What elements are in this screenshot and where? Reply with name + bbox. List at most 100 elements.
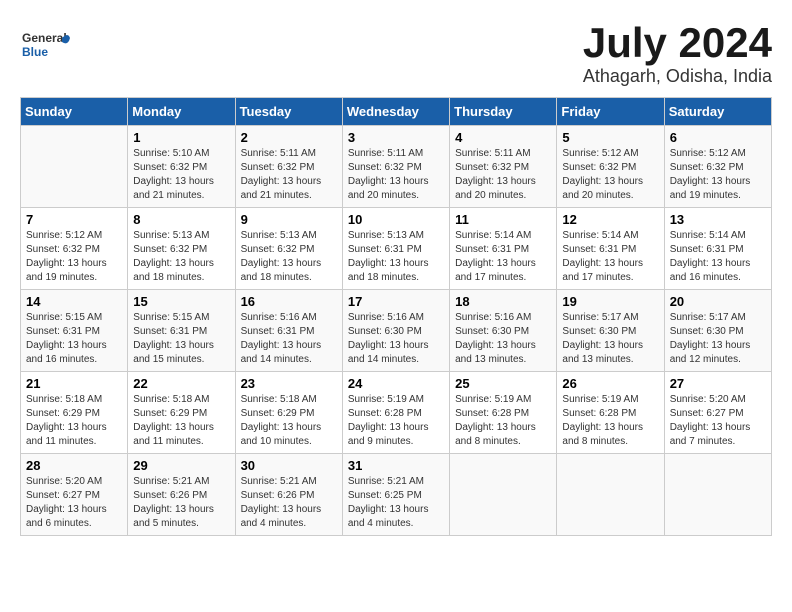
day-number: 31 — [348, 458, 444, 473]
calendar-cell: 28 Sunrise: 5:20 AM Sunset: 6:27 PM Dayli… — [21, 454, 128, 536]
day-number: 16 — [241, 294, 337, 309]
day-number: 26 — [562, 376, 658, 391]
calendar-cell — [557, 454, 664, 536]
day-info: Sunrise: 5:21 AM Sunset: 6:26 PM Dayligh… — [133, 475, 229, 531]
calendar-week-1: 1 Sunrise: 5:10 AM Sunset: 6:32 PM Daylig… — [21, 126, 772, 208]
day-header-saturday: Saturday — [664, 98, 771, 126]
calendar-cell: 11 Sunrise: 5:14 AM Sunset: 6:31 PM Dayli… — [450, 208, 557, 290]
day-info: Sunrise: 5:20 AM Sunset: 6:27 PM Dayligh… — [26, 475, 122, 531]
calendar-cell: 24 Sunrise: 5:19 AM Sunset: 6:28 PM Dayli… — [342, 372, 449, 454]
day-number: 10 — [348, 212, 444, 227]
calendar-week-3: 14 Sunrise: 5:15 AM Sunset: 6:31 PM Dayli… — [21, 290, 772, 372]
logo-svg: General Blue — [20, 20, 70, 70]
day-info: Sunrise: 5:12 AM Sunset: 6:32 PM Dayligh… — [670, 147, 766, 203]
calendar-cell: 19Sunrise: 5:17 AM Sunset: 6:30 PM Dayli… — [557, 290, 664, 372]
calendar-cell: 8Sunrise: 5:13 AM Sunset: 6:32 PM Daylig… — [128, 208, 235, 290]
day-info: Sunrise: 5:13 AM Sunset: 6:32 PM Dayligh… — [133, 229, 229, 285]
page-header: General Blue July 2024 Athagarh, Odisha,… — [20, 20, 772, 87]
calendar-cell: 7 Sunrise: 5:12 AM Sunset: 6:32 PM Daylig… — [21, 208, 128, 290]
day-info: Sunrise: 5:19 AM Sunset: 6:28 PM Dayligh… — [348, 393, 444, 449]
day-number: 11 — [455, 212, 551, 227]
calendar-cell: 21Sunrise: 5:18 AM Sunset: 6:29 PM Dayli… — [21, 372, 128, 454]
day-info: Sunrise: 5:18 AM Sunset: 6:29 PM Dayligh… — [241, 393, 337, 449]
calendar-cell: 31 Sunrise: 5:21 AM Sunset: 6:25 PM Dayli… — [342, 454, 449, 536]
day-number: 5 — [562, 130, 658, 145]
day-info: Sunrise: 5:16 AM Sunset: 6:30 PM Dayligh… — [455, 311, 551, 367]
calendar-cell: 2Sunrise: 5:11 AM Sunset: 6:32 PM Daylig… — [235, 126, 342, 208]
calendar-cell: 29Sunrise: 5:21 AM Sunset: 6:26 PM Dayli… — [128, 454, 235, 536]
day-number: 19 — [562, 294, 658, 309]
calendar-cell: 9Sunrise: 5:13 AM Sunset: 6:32 PM Daylig… — [235, 208, 342, 290]
calendar-cell: 4Sunrise: 5:11 AM Sunset: 6:32 PM Daylig… — [450, 126, 557, 208]
day-info: Sunrise: 5:14 AM Sunset: 6:31 PM Dayligh… — [455, 229, 551, 285]
calendar-week-4: 21 Sunrise: 5:18 AM Sunset: 6:29 PM Dayli… — [21, 372, 772, 454]
calendar-cell: 26 Sunrise: 5:19 AM Sunset: 6:28 PM Dayli… — [557, 372, 664, 454]
day-number: 23 — [241, 376, 337, 391]
day-info: Sunrise: 5:18 AM Sunset: 6:29 PM Dayligh… — [133, 393, 229, 449]
day-info: Sunrise: 5:19 AM Sunset: 6:28 PM Dayligh… — [455, 393, 551, 449]
day-number: 24 — [348, 376, 444, 391]
calendar-cell: 13 Sunrise: 5:14 AM Sunset: 6:31 PM Dayli… — [664, 208, 771, 290]
day-number: 3 — [348, 130, 444, 145]
day-number: 13 — [670, 212, 766, 227]
day-info: Sunrise: 5:16 AM Sunset: 6:30 PM Dayligh… — [348, 311, 444, 367]
day-info: Sunrise: 5:20 AM Sunset: 6:27 PM Dayligh… — [670, 393, 766, 449]
calendar-cell: 20Sunrise: 5:17 AM Sunset: 6:30 PM Dayli… — [664, 290, 771, 372]
calendar-cell: 30 Sunrise: 5:21 AM Sunset: 6:26 PM Dayli… — [235, 454, 342, 536]
day-number: 28 — [26, 458, 122, 473]
day-number: 15 — [133, 294, 229, 309]
day-number: 1 — [133, 130, 229, 145]
day-info: Sunrise: 5:14 AM Sunset: 6:31 PM Dayligh… — [562, 229, 658, 285]
calendar-cell: 3Sunrise: 5:11 AM Sunset: 6:32 PM Daylig… — [342, 126, 449, 208]
day-header-wednesday: Wednesday — [342, 98, 449, 126]
day-number: 25 — [455, 376, 551, 391]
day-info: Sunrise: 5:21 AM Sunset: 6:26 PM Dayligh… — [241, 475, 337, 531]
calendar-cell: 27Sunrise: 5:20 AM Sunset: 6:27 PM Dayli… — [664, 372, 771, 454]
day-info: Sunrise: 5:11 AM Sunset: 6:32 PM Dayligh… — [455, 147, 551, 203]
calendar-cell: 23 Sunrise: 5:18 AM Sunset: 6:29 PM Dayli… — [235, 372, 342, 454]
day-header-thursday: Thursday — [450, 98, 557, 126]
day-info: Sunrise: 5:12 AM Sunset: 6:32 PM Dayligh… — [562, 147, 658, 203]
day-number: 6 — [670, 130, 766, 145]
month-title: July 2024 — [583, 20, 772, 66]
day-info: Sunrise: 5:15 AM Sunset: 6:31 PM Dayligh… — [26, 311, 122, 367]
calendar-cell: 10 Sunrise: 5:13 AM Sunset: 6:31 PM Dayli… — [342, 208, 449, 290]
calendar-cell: 5 Sunrise: 5:12 AM Sunset: 6:32 PM Daylig… — [557, 126, 664, 208]
day-header-monday: Monday — [128, 98, 235, 126]
svg-text:Blue: Blue — [22, 45, 48, 59]
day-info: Sunrise: 5:10 AM Sunset: 6:32 PM Dayligh… — [133, 147, 229, 203]
day-info: Sunrise: 5:15 AM Sunset: 6:31 PM Dayligh… — [133, 311, 229, 367]
day-number: 30 — [241, 458, 337, 473]
svg-text:General: General — [22, 31, 67, 45]
day-number: 18 — [455, 294, 551, 309]
calendar-header-row: SundayMondayTuesdayWednesdayThursdayFrid… — [21, 98, 772, 126]
day-info: Sunrise: 5:16 AM Sunset: 6:31 PM Dayligh… — [241, 311, 337, 367]
calendar-cell: 25 Sunrise: 5:19 AM Sunset: 6:28 PM Dayli… — [450, 372, 557, 454]
calendar-cell — [664, 454, 771, 536]
calendar-table: SundayMondayTuesdayWednesdayThursdayFrid… — [20, 97, 772, 536]
calendar-cell — [21, 126, 128, 208]
calendar-cell: 14 Sunrise: 5:15 AM Sunset: 6:31 PM Dayli… — [21, 290, 128, 372]
day-header-sunday: Sunday — [21, 98, 128, 126]
day-number: 22 — [133, 376, 229, 391]
calendar-week-2: 7 Sunrise: 5:12 AM Sunset: 6:32 PM Daylig… — [21, 208, 772, 290]
calendar-cell: 18 Sunrise: 5:16 AM Sunset: 6:30 PM Dayli… — [450, 290, 557, 372]
day-info: Sunrise: 5:21 AM Sunset: 6:25 PM Dayligh… — [348, 475, 444, 531]
day-number: 7 — [26, 212, 122, 227]
day-info: Sunrise: 5:17 AM Sunset: 6:30 PM Dayligh… — [670, 311, 766, 367]
calendar-cell: 16 Sunrise: 5:16 AM Sunset: 6:31 PM Dayli… — [235, 290, 342, 372]
day-number: 21 — [26, 376, 122, 391]
day-info: Sunrise: 5:14 AM Sunset: 6:31 PM Dayligh… — [670, 229, 766, 285]
calendar-week-5: 28 Sunrise: 5:20 AM Sunset: 6:27 PM Dayli… — [21, 454, 772, 536]
calendar-cell: 1 Sunrise: 5:10 AM Sunset: 6:32 PM Daylig… — [128, 126, 235, 208]
calendar-cell: 17 Sunrise: 5:16 AM Sunset: 6:30 PM Dayli… — [342, 290, 449, 372]
day-info: Sunrise: 5:11 AM Sunset: 6:32 PM Dayligh… — [241, 147, 337, 203]
day-header-friday: Friday — [557, 98, 664, 126]
day-info: Sunrise: 5:13 AM Sunset: 6:31 PM Dayligh… — [348, 229, 444, 285]
day-info: Sunrise: 5:12 AM Sunset: 6:32 PM Dayligh… — [26, 229, 122, 285]
day-number: 14 — [26, 294, 122, 309]
day-number: 17 — [348, 294, 444, 309]
calendar-cell: 15 Sunrise: 5:15 AM Sunset: 6:31 PM Dayli… — [128, 290, 235, 372]
logo: General Blue — [20, 20, 70, 70]
day-info: Sunrise: 5:19 AM Sunset: 6:28 PM Dayligh… — [562, 393, 658, 449]
